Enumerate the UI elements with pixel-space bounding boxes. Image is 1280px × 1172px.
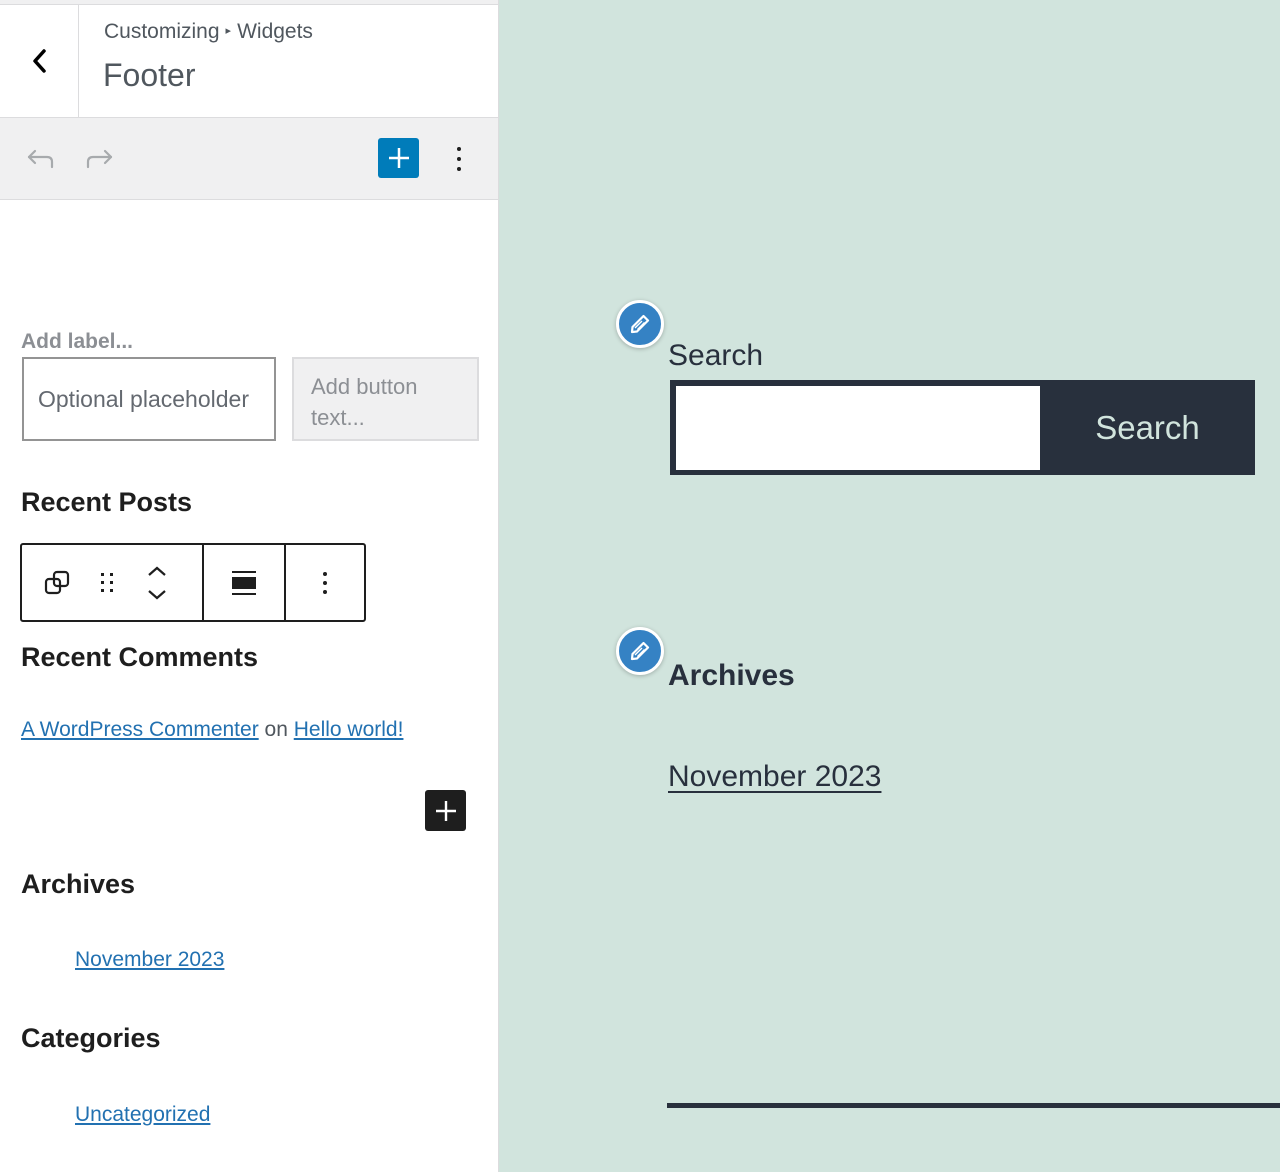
search-button-text-field[interactable]: Add button text...	[292, 357, 479, 441]
recent-comment-item: A WordPress Commenter on Hello world!	[21, 718, 403, 742]
redo-button[interactable]	[82, 144, 118, 174]
breadcrumb-parent: Customizing	[104, 20, 220, 43]
block-options-button[interactable]	[286, 545, 364, 620]
block-toolbar-group-align	[202, 545, 284, 620]
pencil-icon	[630, 314, 650, 334]
plus-icon	[435, 800, 456, 821]
options-button[interactable]	[444, 140, 474, 178]
block-toolbar-group-move	[22, 545, 202, 620]
align-icon	[232, 570, 256, 595]
undo-button[interactable]	[22, 144, 58, 174]
drag-handle-icon	[101, 572, 113, 592]
block-transform-button[interactable]	[22, 545, 92, 620]
plus-icon	[388, 148, 409, 168]
chevron-left-icon	[33, 49, 46, 73]
site-preview: Search Search Archives November 2023	[500, 0, 1280, 1172]
preview-archive-link[interactable]: November 2023	[668, 760, 881, 794]
breadcrumb: Customizing ▸ Widgets	[104, 20, 313, 44]
add-block-button[interactable]	[378, 138, 419, 178]
panel-title: Footer	[103, 57, 196, 93]
move-buttons	[122, 545, 192, 620]
move-up-icon[interactable]	[147, 566, 167, 576]
archive-link[interactable]: November 2023	[75, 948, 224, 972]
search-label-field[interactable]: Add label...	[21, 330, 133, 354]
duplicate-icon	[44, 570, 70, 594]
drag-handle[interactable]	[92, 545, 122, 620]
back-button[interactable]	[0, 5, 79, 117]
preview-search-label: Search	[668, 339, 764, 372]
undo-icon	[27, 149, 54, 169]
footer-separator	[667, 1103, 1280, 1108]
pencil-icon	[630, 641, 650, 661]
comment-connector: on	[264, 718, 288, 741]
preview-archives-heading: Archives	[668, 659, 795, 692]
block-inserter-button[interactable]	[425, 790, 466, 831]
comment-author-link[interactable]: A WordPress Commenter	[21, 718, 259, 741]
search-placeholder-field[interactable]: Optional placeholder	[22, 357, 276, 441]
edit-search-widget-button[interactable]	[616, 300, 664, 348]
preview-search-form: Search	[670, 380, 1255, 475]
customizer-sidebar: Customizing ▸ Widgets Footer Add label..…	[0, 0, 499, 1172]
edit-archives-widget-button[interactable]	[616, 627, 664, 675]
categories-heading: Categories	[21, 1023, 161, 1053]
panel-header: Customizing ▸ Widgets Footer	[0, 5, 498, 118]
breadcrumb-current: Widgets	[237, 20, 313, 43]
redo-icon	[86, 149, 113, 169]
move-down-icon[interactable]	[147, 589, 167, 600]
comment-post-link[interactable]: Hello world!	[294, 718, 404, 741]
block-toolbar-group-options	[284, 545, 364, 620]
preview-search-button[interactable]: Search	[1040, 380, 1255, 475]
block-toolbar	[20, 543, 366, 622]
more-vertical-icon	[323, 571, 327, 594]
archives-heading: Archives	[21, 869, 136, 899]
align-button[interactable]	[204, 545, 284, 620]
more-vertical-icon	[457, 147, 461, 171]
breadcrumb-separator: ▸	[225, 24, 232, 37]
category-link[interactable]: Uncategorized	[75, 1103, 210, 1127]
editor-toolbar	[0, 118, 498, 200]
preview-search-input[interactable]	[676, 386, 1040, 470]
recent-comments-heading: Recent Comments	[21, 642, 259, 672]
recent-posts-heading: Recent Posts	[21, 487, 193, 517]
